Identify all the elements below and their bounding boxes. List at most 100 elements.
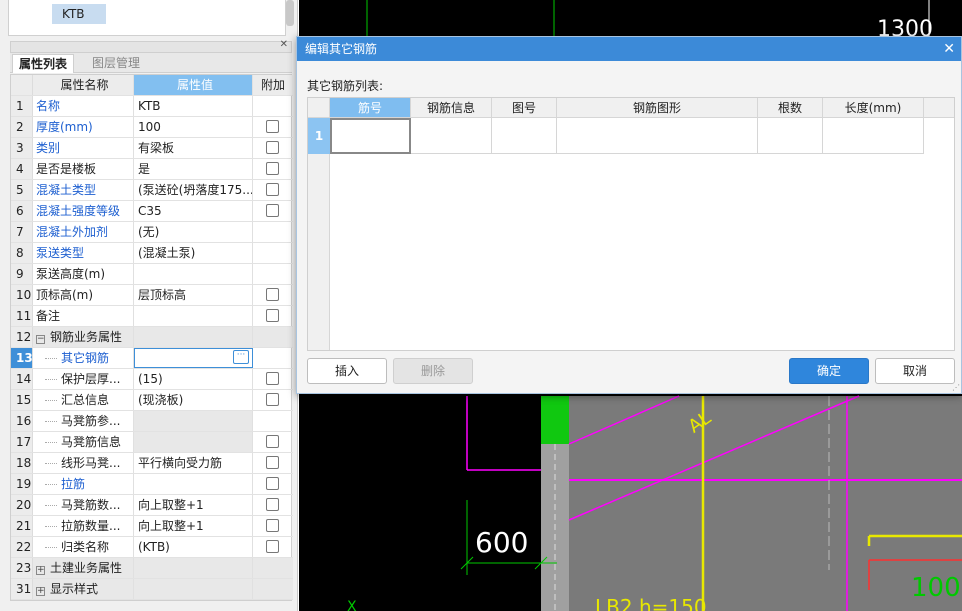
attribute-value[interactable] — [134, 306, 253, 326]
attribute-row[interactable]: 19 拉筋 — [11, 474, 293, 495]
attribute-row[interactable]: 5 混凝土类型 (泵送砼(坍落度175... — [11, 180, 293, 201]
attribute-row-number: 21 — [11, 516, 33, 536]
attribute-add-checkbox[interactable] — [266, 141, 279, 154]
ellipsis-edit-icon[interactable]: ··· — [233, 350, 249, 364]
attribute-value[interactable] — [134, 432, 253, 452]
attribute-value[interactable]: (KTB) — [134, 537, 253, 557]
attribute-row[interactable]: 3 类别 有梁板 — [11, 138, 293, 159]
attribute-row[interactable]: 8 泵送类型 (混凝土泵) — [11, 243, 293, 264]
expand-icon[interactable]: + — [36, 587, 45, 596]
attribute-row[interactable]: 1 名称 KTB — [11, 96, 293, 117]
col-bar-number[interactable]: 筋号 — [330, 98, 411, 118]
attribute-add-checkbox[interactable] — [266, 120, 279, 133]
attribute-row[interactable]: 11 备注 — [11, 306, 293, 327]
attribute-value[interactable]: 有梁板 — [134, 138, 253, 158]
col-rebar-shape[interactable]: 钢筋图形 — [557, 98, 758, 118]
attribute-row[interactable]: 18 线形马凳... 平行横向受力筋 — [11, 453, 293, 474]
rebar-row-1-shape-number-cell[interactable] — [492, 118, 557, 154]
attribute-name-text: 泵送类型 — [36, 246, 85, 260]
attribute-row[interactable]: 7 混凝土外加剂 (无) — [11, 222, 293, 243]
attribute-value[interactable]: (混凝土泵) — [134, 243, 253, 263]
attribute-value[interactable] — [134, 264, 253, 284]
attribute-row-number: 10 — [11, 285, 33, 305]
panel-close-icon[interactable]: ✕ — [280, 39, 288, 50]
rebar-row-1-number[interactable]: 1 — [308, 118, 330, 154]
attribute-value[interactable] — [134, 579, 253, 599]
attribute-value[interactable] — [134, 558, 253, 578]
attribute-add-cell — [253, 348, 293, 368]
attribute-row[interactable]: 13 其它钢筋 ··· — [11, 348, 293, 369]
rebar-row-1-shape-cell[interactable] — [557, 118, 758, 154]
attribute-row[interactable]: 4 是否是楼板 是 — [11, 159, 293, 180]
tab-attribute-list[interactable]: 属性列表 — [12, 54, 75, 73]
attribute-add-checkbox[interactable] — [266, 162, 279, 175]
attribute-add-checkbox[interactable] — [266, 498, 279, 511]
attribute-row[interactable]: 20 马凳筋数... 向上取整+1 — [11, 495, 293, 516]
collapse-icon[interactable]: − — [36, 335, 45, 344]
attribute-value[interactable]: 平行横向受力筋 — [134, 453, 253, 473]
attribute-row[interactable]: 22 归类名称 (KTB) — [11, 537, 293, 558]
attribute-value[interactable]: 是 — [134, 159, 253, 179]
attribute-row[interactable]: 17 马凳筋信息 — [11, 432, 293, 453]
attribute-add-checkbox[interactable] — [266, 477, 279, 490]
attribute-row[interactable]: 23 + 土建业务属性 — [11, 558, 293, 579]
attribute-value[interactable]: (现浇板) — [134, 390, 253, 410]
attribute-value[interactable]: 向上取整+1 — [134, 495, 253, 515]
attribute-value[interactable]: 100 — [134, 117, 253, 137]
attribute-row[interactable]: 6 混凝土强度等级 C35 — [11, 201, 293, 222]
attribute-value[interactable] — [134, 474, 253, 494]
cad-dim-1000: 1000 — [911, 573, 962, 603]
attribute-add-checkbox[interactable] — [266, 372, 279, 385]
rebar-row-1-length-cell[interactable] — [823, 118, 924, 154]
attribute-add-checkbox[interactable] — [266, 519, 279, 532]
col-shape-number[interactable]: 图号 — [492, 98, 557, 118]
attribute-value[interactable]: KTB — [134, 96, 253, 116]
col-count[interactable]: 根数 — [758, 98, 823, 118]
attribute-row[interactable]: 31 + 显示样式 — [11, 579, 293, 600]
cancel-button[interactable]: 取消 — [875, 358, 955, 384]
attribute-value[interactable]: (无) — [134, 222, 253, 242]
attribute-row-number: 3 — [11, 138, 33, 158]
col-length[interactable]: 长度(mm) — [823, 98, 924, 118]
attribute-add-cell — [253, 327, 293, 347]
attribute-add-checkbox[interactable] — [266, 288, 279, 301]
attribute-value[interactable]: (15) — [134, 369, 253, 389]
list-scrollbar[interactable] — [286, 0, 294, 26]
rebar-row-1-count-cell[interactable] — [758, 118, 823, 154]
attribute-value[interactable]: 向上取整+1 — [134, 516, 253, 536]
attribute-row[interactable]: 21 拉筋数量... 向上取整+1 — [11, 516, 293, 537]
attribute-add-checkbox[interactable] — [266, 456, 279, 469]
attribute-name-text: 拉筋 — [61, 477, 86, 491]
attribute-add-checkbox[interactable] — [266, 540, 279, 553]
ok-button[interactable]: 确定 — [789, 358, 869, 384]
rebar-row-1-info-cell[interactable] — [411, 118, 492, 154]
dialog-title-bar[interactable]: 编辑其它钢筋 ✕ — [297, 37, 961, 61]
col-rebar-info[interactable]: 钢筋信息 — [411, 98, 492, 118]
attribute-value[interactable] — [134, 411, 253, 431]
attribute-row[interactable]: 16 马凳筋参... — [11, 411, 293, 432]
attribute-row[interactable]: 10 顶标高(m) 层顶标高 — [11, 285, 293, 306]
attribute-add-checkbox[interactable] — [266, 183, 279, 196]
attribute-value[interactable]: 层顶标高 — [134, 285, 253, 305]
attribute-value[interactable]: (泵送砼(坍落度175... — [134, 180, 253, 200]
attribute-add-checkbox[interactable] — [266, 204, 279, 217]
expand-icon[interactable]: + — [36, 566, 45, 575]
resize-grip-icon[interactable]: ⋰ — [952, 383, 960, 392]
insert-button[interactable]: 插入 — [307, 358, 387, 384]
delete-button[interactable]: 删除 — [393, 358, 473, 384]
rebar-row-1-bar-number-cell[interactable] — [330, 118, 411, 154]
attribute-row[interactable]: 12− 钢筋业务属性 — [11, 327, 293, 348]
left-panel: KTB ✕ 属性列表 图层管理 属性名称 属性值 附加 1 名称 KTB 2 厚度(mm… — [0, 0, 298, 611]
attribute-row[interactable]: 2 厚度(mm) 100 — [11, 117, 293, 138]
attribute-value[interactable]: C35 — [134, 201, 253, 221]
component-list-item-ktb[interactable]: KTB — [52, 4, 106, 24]
attribute-add-checkbox[interactable] — [266, 435, 279, 448]
attribute-value[interactable] — [134, 327, 253, 347]
attribute-add-checkbox[interactable] — [266, 393, 279, 406]
attribute-row[interactable]: 15 汇总信息 (现浇板) — [11, 390, 293, 411]
attribute-row[interactable]: 14 保护层厚... (15) — [11, 369, 293, 390]
attribute-row[interactable]: 9 泵送高度(m) — [11, 264, 293, 285]
attribute-add-checkbox[interactable] — [266, 309, 279, 322]
tab-layer-management[interactable]: 图层管理 — [86, 54, 146, 73]
dialog-close-icon[interactable]: ✕ — [943, 37, 955, 61]
